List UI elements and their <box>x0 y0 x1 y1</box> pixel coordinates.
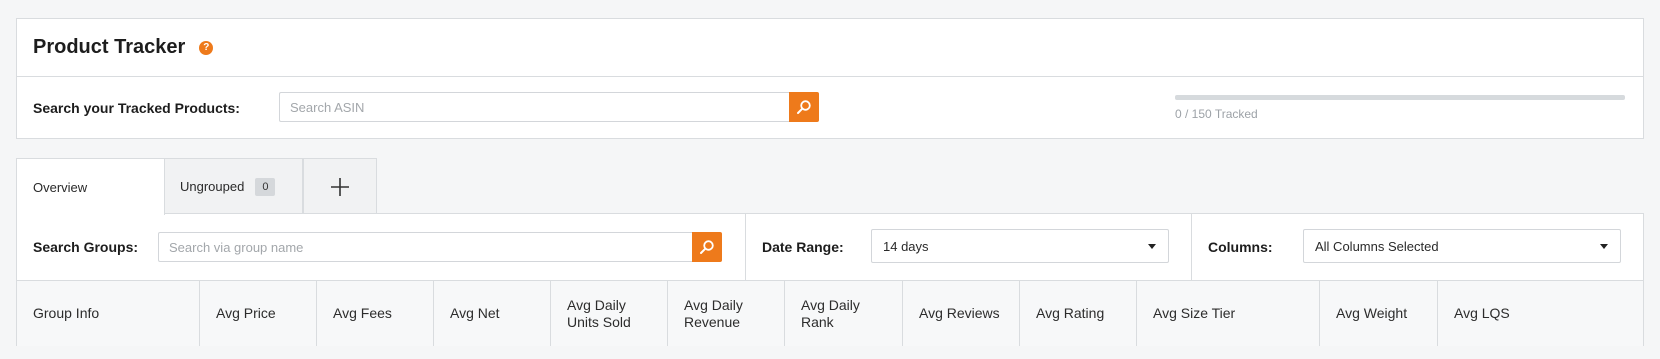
tracked-progress-bar <box>1175 95 1625 100</box>
column-header-label: Group Info <box>33 305 100 321</box>
add-group-tab[interactable] <box>303 158 377 214</box>
tab-overview-label: Overview <box>33 179 88 195</box>
plus-icon <box>331 177 349 196</box>
column-header-label: Avg Price <box>216 305 276 321</box>
column-header-label: Avg LQS <box>1454 305 1510 321</box>
search-icon <box>797 100 811 114</box>
caret-down-icon <box>1148 244 1156 249</box>
group-search-cell: Search Groups: <box>17 214 746 280</box>
search-icon <box>700 240 714 254</box>
group-tabs: Overview Ungrouped 0 <box>16 158 377 215</box>
date-range-cell: Date Range: 14 days <box>746 214 1192 280</box>
column-header[interactable]: Avg LQS <box>1438 281 1545 346</box>
column-header-label: Avg Rating <box>1036 305 1105 321</box>
column-header[interactable]: Avg Rating <box>1020 281 1137 346</box>
column-header[interactable]: Avg Size Tier <box>1137 281 1320 346</box>
title-row: Product Tracker ? <box>17 19 1643 77</box>
tab-ungrouped-label: Ungrouped <box>180 179 245 194</box>
tracked-count-text: 0 / 150 Tracked <box>1175 107 1258 121</box>
column-header-label: Avg Weight <box>1336 305 1408 321</box>
tracked-progress: 0 / 150 Tracked <box>1175 95 1625 121</box>
column-header[interactable]: Avg Net <box>434 281 551 346</box>
groups-panel: Search Groups: Date Range: 14 days Colum… <box>16 213 1644 346</box>
column-header[interactable]: Avg Reviews <box>903 281 1020 346</box>
column-header[interactable]: Avg Daily Revenue <box>668 281 785 346</box>
group-search-button[interactable] <box>692 232 722 262</box>
tracker-header-panel: Product Tracker ? Search your Tracked Pr… <box>16 18 1644 139</box>
column-header[interactable]: Group Info <box>17 281 200 346</box>
date-range-select[interactable]: 14 days <box>871 229 1169 263</box>
column-header[interactable]: Avg Weight <box>1320 281 1438 346</box>
group-search-input[interactable] <box>158 232 692 262</box>
group-search-label: Search Groups: <box>33 239 139 255</box>
caret-down-icon <box>1600 244 1608 249</box>
columns-select[interactable]: All Columns Selected <box>1303 229 1621 263</box>
column-header-label: Avg Fees <box>333 305 392 321</box>
page-title: Product Tracker <box>33 36 186 58</box>
table-header-row: Group Info Avg Price Avg Fees Avg Net Av… <box>17 281 1643 346</box>
column-header[interactable]: Avg Daily Rank <box>785 281 903 346</box>
asin-search-input[interactable] <box>279 92 789 122</box>
column-header-label: Avg Daily Units Sold <box>567 296 631 330</box>
asin-search-button[interactable] <box>789 92 819 122</box>
tracked-search-box <box>279 92 819 122</box>
column-header[interactable]: Avg Daily Units Sold <box>551 281 668 346</box>
tracked-search-label: Search your Tracked Products: <box>33 100 240 116</box>
ungrouped-count-badge: 0 <box>255 177 276 196</box>
column-header-label: Avg Size Tier <box>1153 305 1236 321</box>
column-header-label: Avg Net <box>450 305 500 321</box>
column-header-label: Avg Reviews <box>919 305 1000 321</box>
column-header[interactable]: Avg Price <box>200 281 317 346</box>
tab-overview[interactable]: Overview <box>16 158 165 215</box>
filter-row: Search Groups: Date Range: 14 days Colum… <box>17 214 1643 281</box>
columns-value: All Columns Selected <box>1315 238 1439 254</box>
date-range-label: Date Range: <box>762 239 844 255</box>
column-header-label: Avg Daily Rank <box>801 296 860 330</box>
column-header-label: Avg Daily Revenue <box>684 296 743 330</box>
group-search-box <box>158 232 722 262</box>
columns-label: Columns: <box>1208 239 1273 255</box>
help-icon[interactable]: ? <box>199 40 214 55</box>
column-header[interactable]: Avg Fees <box>317 281 434 346</box>
columns-cell: Columns: All Columns Selected <box>1192 214 1643 280</box>
tab-ungrouped[interactable]: Ungrouped 0 <box>165 158 303 214</box>
date-range-value: 14 days <box>883 238 929 254</box>
